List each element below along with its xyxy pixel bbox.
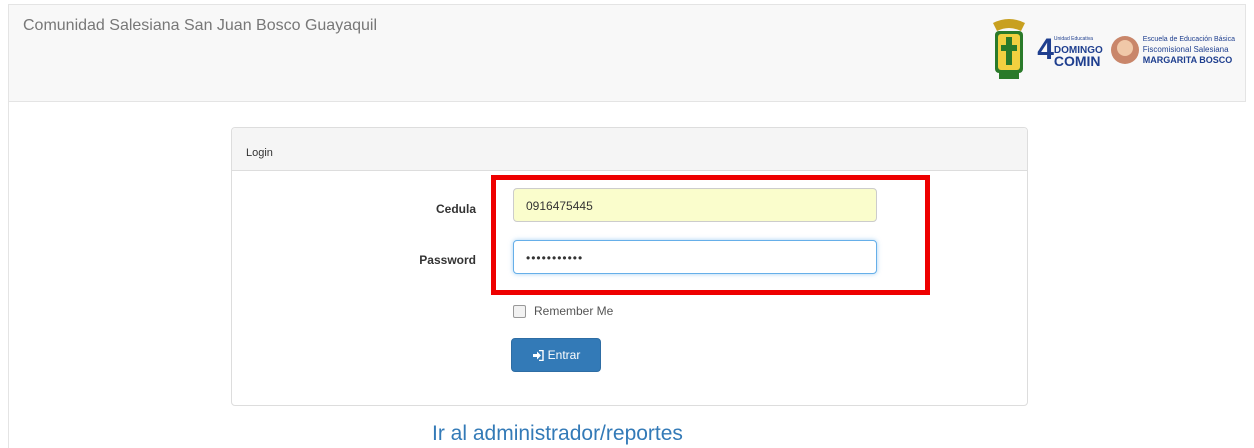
logo-comin-text: COMIN [1053,52,1101,69]
salesian-crest-logo [993,19,1026,79]
highlight-box [491,175,930,295]
page-border [8,102,9,448]
logo-school-name: MARGARITA BOSCO [1142,55,1233,65]
logo-school-kind: Fiscomisional Salesiana [1142,45,1229,54]
panel-heading: Login [232,128,1027,171]
margarita-bosco-logo: Escuela de Educación Básica Fiscomisiona… [1110,35,1235,65]
sign-in-icon [532,349,544,361]
remember-me[interactable]: Remember Me [513,304,613,318]
navbar-brand[interactable]: Comunidad Salesiana San Juan Bosco Guaya… [23,17,377,35]
logo-small-text: Unidad Educativa [1053,35,1094,42]
cedula-label: Cedula [435,202,476,216]
remember-label: Remember Me [534,304,614,318]
entrar-label: Entrar [547,348,581,362]
margarita-portrait-icon [1110,36,1139,64]
remember-checkbox[interactable] [513,304,526,318]
domingo-comin-logo: 4 Unidad Educativa DOMINGO COMIN [1037,33,1103,69]
institution-logos: 4 Unidad Educativa DOMINGO COMIN Escuela… [989,17,1235,83]
navbar: Comunidad Salesiana San Juan Bosco Guaya… [8,4,1246,102]
password-label: Password [419,253,476,267]
admin-reports-link[interactable]: Ir al administrador/reportes [432,422,683,446]
entrar-button[interactable]: Entrar [511,338,601,372]
logo-school-type: Escuela de Educación Básica [1142,36,1235,43]
logo-number: 4 [1037,33,1054,66]
